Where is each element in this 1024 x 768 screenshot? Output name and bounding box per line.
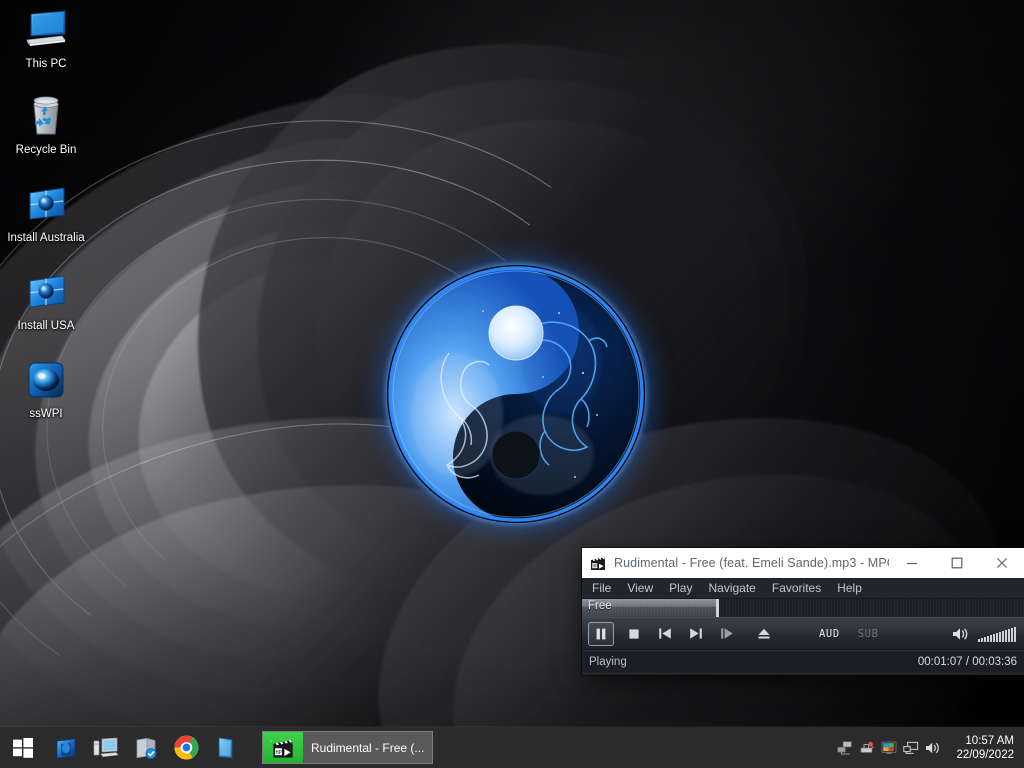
desktop-icon-install-usa[interactable]: Install USA: [0, 268, 92, 333]
menu-item-help[interactable]: Help: [837, 578, 862, 599]
menu-item-play[interactable]: Play: [669, 578, 692, 599]
display-colors-icon[interactable]: [878, 727, 900, 768]
desktop-icon-label: This PC: [25, 58, 67, 70]
desktop-icon-label: Install Australia: [7, 232, 85, 244]
monitor-icon[interactable]: [900, 727, 922, 768]
svg-text:HP: HP: [593, 563, 598, 568]
seek-bar-label: Free: [588, 600, 612, 612]
mpc-status-bar: Playing 00:01:07 / 00:03:36: [582, 650, 1024, 672]
taskbar-button-label: Rudimental - Free (...: [311, 740, 425, 755]
volume-slider[interactable]: [978, 626, 1016, 642]
desktop-icon-label: ssWPI: [29, 408, 63, 420]
menu-item-navigate[interactable]: Navigate: [708, 578, 755, 599]
subtitle-track-button[interactable]: SUB: [858, 628, 879, 640]
desktop-icon-label: Recycle Bin: [15, 144, 77, 156]
stop-button[interactable]: [618, 617, 649, 650]
taskbar[interactable]: HP Rudimental - Free (... 10:57 AM 22/09…: [0, 727, 1024, 768]
mpc-title-bar[interactable]: HP Rudimental - Free (feat. Emeli Sande)…: [582, 548, 1024, 578]
network-icon[interactable]: [834, 727, 856, 768]
mpc-transport-controls[interactable]: AUD SUB: [582, 617, 1024, 650]
previous-button[interactable]: [649, 617, 680, 650]
maximize-button[interactable]: [934, 548, 979, 578]
volume-icon[interactable]: [922, 727, 944, 768]
mpc-title-text: Rudimental - Free (feat. Emeli Sande).mp…: [614, 556, 889, 570]
recycle-bin-icon: [22, 92, 70, 140]
this-pc-icon: [22, 6, 70, 54]
blue-document-icon[interactable]: [206, 727, 246, 768]
playback-time-text: 00:01:07 / 00:03:36: [917, 655, 1017, 668]
minimize-button[interactable]: [889, 548, 934, 578]
mpc-menu-bar[interactable]: File View Play Navigate Favorites Help: [582, 578, 1024, 599]
computer-settings-icon[interactable]: [86, 727, 126, 768]
seek-track-texture: [582, 599, 1024, 617]
windows-start-icon[interactable]: [0, 727, 46, 768]
blue-app-icon[interactable]: [46, 727, 86, 768]
sswpi-icon: [22, 356, 70, 404]
menu-item-file[interactable]: File: [592, 578, 611, 599]
close-button[interactable]: [979, 548, 1024, 578]
audio-track-button[interactable]: AUD: [819, 628, 840, 640]
system-tray[interactable]: [834, 727, 948, 768]
clock-date: 22/09/2022: [956, 748, 1014, 761]
speaker-icon[interactable]: [950, 617, 972, 650]
mpc-clapperboard-icon: HP: [263, 732, 303, 763]
windows-installer-icon: [22, 180, 70, 228]
eject-button[interactable]: [748, 617, 779, 650]
taskbar-clock[interactable]: 10:57 AM 22/09/2022: [948, 734, 1024, 762]
svg-text:HP: HP: [275, 750, 281, 756]
desktop-icon-install-australia[interactable]: Install Australia: [0, 180, 92, 245]
frame-step-button[interactable]: [711, 617, 742, 650]
yin-yang-graphic: [387, 265, 645, 523]
media-player-window[interactable]: HP Rudimental - Free (feat. Emeli Sande)…: [582, 548, 1024, 675]
clock-time: 10:57 AM: [965, 734, 1014, 747]
menu-item-view[interactable]: View: [627, 578, 653, 599]
desktop-icon-recycle-bin[interactable]: Recycle Bin: [0, 92, 92, 157]
safely-remove-icon[interactable]: [856, 727, 878, 768]
folder-shield-icon[interactable]: [126, 727, 166, 768]
desktop-icon-this-pc[interactable]: This PC: [0, 6, 92, 71]
next-button[interactable]: [680, 617, 711, 650]
menu-item-favorites[interactable]: Favorites: [772, 578, 821, 599]
playback-state-text: Playing: [589, 655, 627, 668]
mpc-clapperboard-icon: HP: [590, 555, 606, 571]
desktop-icon-label: Install USA: [17, 320, 75, 332]
chrome-icon[interactable]: [166, 727, 206, 768]
seek-bar[interactable]: Free: [582, 599, 1024, 617]
windows-installer-icon: [22, 268, 70, 316]
desktop-icon-sswpi[interactable]: ssWPI: [0, 356, 92, 421]
pause-button[interactable]: [588, 621, 614, 646]
taskbar-button-media-player[interactable]: HP Rudimental - Free (...: [262, 731, 434, 764]
